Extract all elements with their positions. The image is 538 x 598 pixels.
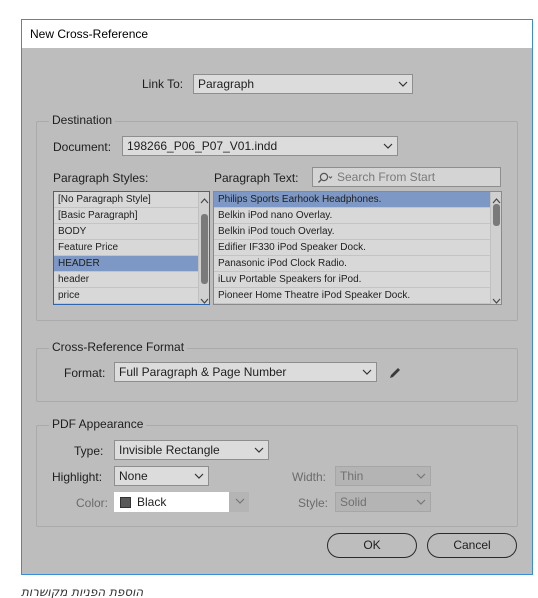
scroll-up-icon[interactable] xyxy=(200,194,209,204)
cancel-button[interactable]: Cancel xyxy=(427,533,517,558)
style-dropdown[interactable]: Solid xyxy=(335,492,431,512)
paragraph-style-item[interactable]: BODY xyxy=(54,224,198,240)
pencil-icon[interactable] xyxy=(388,366,402,380)
paragraph-text-item[interactable]: Edifier IF330 iPod Speaker Dock. xyxy=(214,240,490,256)
chevron-down-icon xyxy=(194,467,204,485)
link-to-value: Paragraph xyxy=(198,77,255,91)
paragraph-text-item[interactable]: Belkin iPod touch Overlay. xyxy=(214,224,490,240)
format-value: Full Paragraph & Page Number xyxy=(119,365,287,379)
document-label: Document: xyxy=(53,140,112,154)
color-swatch xyxy=(120,497,131,508)
highlight-value: None xyxy=(119,469,148,483)
chevron-down-icon xyxy=(254,441,264,459)
pdf-appearance-title: PDF Appearance xyxy=(49,417,147,431)
paragraph-styles-label: Paragraph Styles: xyxy=(53,171,149,185)
paragraph-text-item[interactable]: iLuv Portable Speakers for iPod. xyxy=(214,272,490,288)
color-value: Black xyxy=(137,495,167,509)
paragraph-style-item[interactable]: [No Paragraph Style] xyxy=(54,192,198,208)
image-caption: הוספת הפניות מקושרות xyxy=(21,585,144,598)
format-label: Format: xyxy=(64,366,106,380)
width-dropdown[interactable]: Thin xyxy=(335,466,431,486)
chevron-down-icon xyxy=(398,75,408,93)
paragraph-style-item[interactable]: Feature Price xyxy=(54,240,198,256)
title-bar: New Cross-Reference xyxy=(22,20,532,48)
width-label: Width: xyxy=(292,470,327,484)
color-chevron-button[interactable] xyxy=(229,492,249,512)
type-dropdown[interactable]: Invisible Rectangle xyxy=(114,440,269,460)
paragraph-style-item[interactable]: [Basic Paragraph] xyxy=(54,208,198,224)
scroll-down-icon[interactable] xyxy=(200,294,209,304)
styles-scrollbar[interactable] xyxy=(198,192,209,304)
text-scrollbar[interactable] xyxy=(490,192,501,304)
paragraph-text-label: Paragraph Text: xyxy=(214,171,299,185)
destination-title: Destination xyxy=(49,113,116,127)
document-dropdown[interactable]: 198266_P06_P07_V01.indd xyxy=(122,136,398,156)
type-value: Invisible Rectangle xyxy=(119,443,220,457)
paragraph-style-item[interactable]: HEADER xyxy=(54,256,198,272)
paragraph-text-item[interactable]: Pioneer Home Theatre iPod Speaker Dock. xyxy=(214,288,490,304)
document-value: 198266_P06_P07_V01.indd xyxy=(127,139,278,153)
search-input[interactable]: Search From Start xyxy=(312,167,501,187)
width-value: Thin xyxy=(340,469,364,483)
link-to-dropdown[interactable]: Paragraph xyxy=(193,74,413,94)
cross-reference-format-title: Cross-Reference Format xyxy=(49,340,188,354)
paragraph-text-item[interactable]: Philips Sports Earhook Headphones. xyxy=(214,192,490,208)
style-label: Style: xyxy=(298,496,329,510)
pdf-appearance-group xyxy=(36,425,518,527)
text-scroll-thumb[interactable] xyxy=(493,204,500,226)
new-cross-reference-dialog: New Cross-Reference Link To: Paragraph D… xyxy=(21,19,533,575)
chevron-down-icon xyxy=(416,493,426,511)
highlight-label: Highlight: xyxy=(52,470,103,484)
chevron-down-icon xyxy=(362,363,372,381)
scroll-down-icon[interactable] xyxy=(492,294,501,304)
highlight-dropdown[interactable]: None xyxy=(114,466,209,486)
paragraph-text-item[interactable]: Belkin iPod nano Overlay. xyxy=(214,208,490,224)
scroll-up-icon[interactable] xyxy=(492,194,501,204)
paragraph-styles-list[interactable]: [No Paragraph Style] [Basic Paragraph] BOD… xyxy=(53,191,210,305)
style-value: Solid xyxy=(340,495,367,509)
search-placeholder: Search From Start xyxy=(337,170,436,184)
styles-scroll-thumb[interactable] xyxy=(201,214,208,284)
format-dropdown[interactable]: Full Paragraph & Page Number xyxy=(114,362,377,382)
type-label: Type: xyxy=(74,444,104,458)
ok-button[interactable]: OK xyxy=(327,533,417,558)
paragraph-style-item[interactable]: price xyxy=(54,288,198,304)
chevron-down-icon xyxy=(235,492,245,510)
search-icon xyxy=(317,171,333,183)
chevron-down-icon xyxy=(383,137,393,155)
paragraph-text-item[interactable]: Panasonic iPod Clock Radio. xyxy=(214,256,490,272)
chevron-down-icon xyxy=(416,467,426,485)
window-title: New Cross-Reference xyxy=(30,27,149,41)
paragraph-text-list[interactable]: Philips Sports Earhook Headphones. Belkin… xyxy=(213,191,502,305)
paragraph-style-item[interactable]: header xyxy=(54,272,198,288)
link-to-label: Link To: xyxy=(142,77,184,91)
color-label: Color: xyxy=(76,496,109,510)
